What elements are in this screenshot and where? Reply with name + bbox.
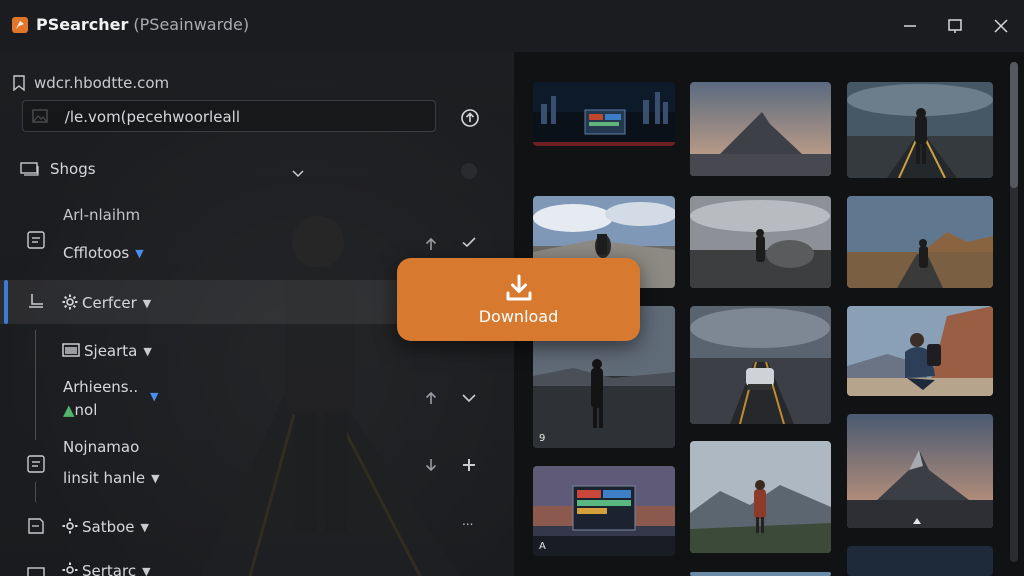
- list-item-line1: Nojnamao: [63, 438, 140, 456]
- maximize-button[interactable]: [943, 14, 967, 38]
- close-button[interactable]: [989, 14, 1013, 38]
- minimize-button[interactable]: [898, 14, 922, 38]
- arrow-up-icon[interactable]: [422, 389, 440, 407]
- download-icon: [506, 274, 531, 301]
- list-item-line2[interactable]: Cfflotoos ▼: [63, 244, 144, 262]
- monitor-icon: [20, 162, 39, 176]
- caret-down-icon[interactable]: ▼: [151, 472, 159, 485]
- chevron-down-icon[interactable]: [292, 164, 304, 182]
- list-icon: [26, 454, 46, 474]
- list-item[interactable]: Cerfcer ▼: [62, 294, 151, 312]
- download-button[interactable]: Download: [397, 258, 640, 341]
- gallery-thumbnail[interactable]: [847, 306, 993, 396]
- site-row: wdcr.hbodtte.com: [12, 74, 169, 92]
- tree-line: [35, 482, 36, 502]
- gallery-thumbnail[interactable]: [690, 82, 831, 176]
- tree-line: [35, 330, 36, 440]
- caret-down-icon[interactable]: ▼: [143, 297, 151, 310]
- toggle-dot-icon[interactable]: [460, 162, 478, 180]
- scrollbar-thumb[interactable]: [1010, 62, 1018, 188]
- gear-icon: [62, 562, 78, 574]
- caret-down-icon[interactable]: ▼: [142, 565, 150, 576]
- caret-down-icon[interactable]: ▼: [135, 247, 143, 260]
- list-item-line2: ▲nol: [63, 401, 98, 419]
- list-item[interactable]: Sjearta ▼: [62, 342, 152, 360]
- arrow-down-icon[interactable]: [422, 456, 440, 474]
- selection-indicator: [4, 280, 8, 324]
- gallery-thumbnail[interactable]: [847, 196, 993, 288]
- list-item[interactable]: Sertarc ▼: [62, 562, 151, 576]
- list-item-line2[interactable]: linsit hanle ▼: [63, 469, 160, 487]
- url-input[interactable]: [22, 100, 436, 132]
- upload-button[interactable]: [458, 106, 482, 130]
- doc-icon: [26, 516, 46, 536]
- download-label: Download: [478, 307, 559, 326]
- gear-icon: [62, 518, 78, 534]
- more-options[interactable]: ...: [462, 514, 473, 528]
- gallery-thumbnail[interactable]: [690, 572, 831, 576]
- gallery-thumbnail[interactable]: [690, 196, 831, 288]
- site-label: wdcr.hbodtte.com: [34, 74, 170, 92]
- thumbnail-label: 9: [539, 433, 546, 444]
- title-bar: PSearcher (PSeainwarde): [0, 0, 1024, 52]
- gallery-thumbnail[interactable]: [690, 441, 831, 553]
- section-header-shogs[interactable]: Shogs: [20, 160, 96, 178]
- app-logo-icon: [12, 17, 28, 33]
- section-title: Shogs: [50, 160, 96, 178]
- thumbnail-label: A: [539, 541, 546, 552]
- status-dot-icon: ▲: [63, 401, 75, 419]
- caret-down-icon[interactable]: ▼: [143, 345, 151, 358]
- gear-icon: [62, 294, 78, 310]
- gallery-thumbnail[interactable]: [533, 82, 675, 146]
- app-title: PSearcher (PSeainwarde): [36, 15, 250, 34]
- download-arrow-icon: [26, 292, 46, 312]
- upload-icon: [461, 109, 479, 127]
- list-icon: [26, 230, 46, 250]
- app-subtitle: (PSeainwarde): [133, 15, 250, 34]
- caret-down-icon[interactable]: ▼: [141, 521, 149, 534]
- list-item[interactable]: Satboe ▼: [62, 518, 149, 536]
- list-item-line1: Arl-nlaihm: [63, 206, 141, 224]
- chevron-down-icon[interactable]: [460, 389, 478, 407]
- gallery-thumbnail[interactable]: A: [533, 466, 675, 556]
- caret-down-icon[interactable]: ▼: [144, 387, 158, 405]
- list-item-line1: Arhieens..: [63, 378, 139, 396]
- bookmark-icon: [13, 75, 25, 91]
- gallery-thumbnail[interactable]: [847, 82, 993, 178]
- window-icon: [62, 343, 80, 357]
- gallery-thumbnail[interactable]: [847, 546, 993, 576]
- window-icon: [26, 564, 46, 576]
- plus-icon[interactable]: [460, 456, 478, 474]
- arrow-up-icon[interactable]: [422, 235, 440, 253]
- gallery-thumbnail[interactable]: [690, 306, 831, 424]
- check-icon[interactable]: [460, 233, 478, 251]
- gallery-thumbnail[interactable]: [847, 414, 993, 528]
